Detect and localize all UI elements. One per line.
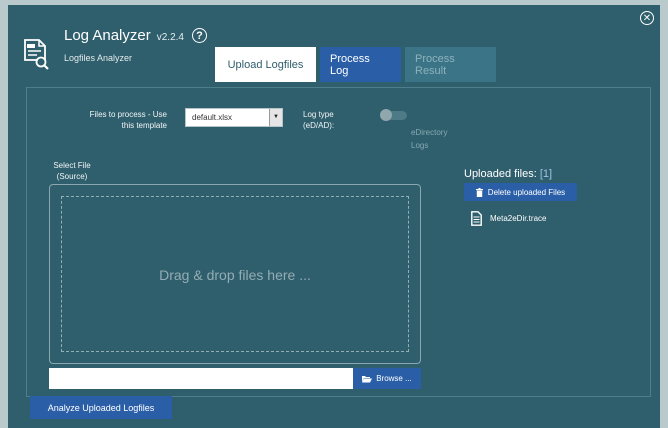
close-icon[interactable]: ✕ (640, 11, 654, 25)
select-file-label-line2: (Source) (56, 172, 88, 181)
toggle-text-line1: eDirectory (411, 128, 448, 137)
files-label-line2: this template (121, 121, 167, 130)
select-file-label: Select File (Source) (47, 160, 97, 182)
toggle-text-line2: Logs (411, 141, 429, 150)
log-type-toggle[interactable] (380, 109, 407, 121)
uploaded-files-count: [1] (539, 168, 553, 180)
log-analyzer-dialog: ✕ Log Analyzer v2.2.4? Logfiles Analyzer … (8, 5, 660, 428)
app-version: v2.2.4 (156, 32, 184, 43)
log-type-label-line2: (eD/AD): (303, 121, 335, 130)
help-icon[interactable]: ? (191, 28, 207, 43)
tab-process-result: Process Result (405, 47, 496, 82)
delete-uploaded-files-label: Delete uploaded Files (487, 187, 566, 197)
file-dropzone[interactable]: Drag & drop files here ... (49, 184, 421, 364)
uploaded-file-name: Meta2eDir.trace (490, 214, 547, 223)
uploaded-file-item[interactable]: Meta2eDir.trace (471, 211, 546, 226)
select-file-label-line1: Select File (53, 161, 91, 170)
template-select-value: default.xlsx (192, 113, 233, 122)
uploaded-files-heading: Uploaded files: [1] (464, 168, 552, 180)
template-select[interactable]: default.xlsx ▼ (185, 108, 283, 127)
files-label-line1: Files to process - Use (89, 110, 167, 119)
log-type-label-line1: Log type (303, 110, 334, 119)
tab-process-log[interactable]: Process Log (320, 47, 401, 82)
folder-open-icon (362, 375, 373, 382)
trash-icon (475, 187, 483, 197)
dropzone-dashed-area[interactable]: Drag & drop files here ... (61, 196, 409, 352)
browse-label: Browse ... (376, 374, 412, 383)
document-search-icon (24, 39, 49, 70)
chevron-down-icon[interactable]: ▼ (269, 109, 282, 126)
delete-uploaded-files-button[interactable]: Delete uploaded Files (464, 183, 577, 201)
app-title: Log Analyzer (64, 27, 151, 44)
files-to-process-label: Files to process - Use this template (57, 109, 167, 131)
browse-button[interactable]: Browse ... (353, 368, 421, 389)
file-path-input[interactable] (49, 368, 353, 389)
toggle-knob[interactable] (380, 109, 392, 121)
file-text-icon (471, 211, 482, 226)
log-type-label: Log type (eD/AD): (303, 109, 349, 131)
tab-upload-logfiles[interactable]: Upload Logfiles (215, 47, 316, 82)
uploaded-files-title: Uploaded files: (464, 168, 540, 180)
tab-bar: Upload Logfiles Process Log Process Resu… (215, 47, 496, 82)
log-type-toggle-text: eDirectory Logs (411, 126, 447, 152)
upload-panel: Files to process - Use this template def… (26, 87, 651, 397)
dropzone-text: Drag & drop files here ... (159, 267, 311, 283)
app-title-bar: Log Analyzer v2.2.4? (64, 27, 207, 44)
analyze-uploaded-logfiles-button[interactable]: Analyze Uploaded Logfiles (30, 396, 172, 419)
app-subtitle: Logfiles Analyzer (64, 53, 133, 63)
